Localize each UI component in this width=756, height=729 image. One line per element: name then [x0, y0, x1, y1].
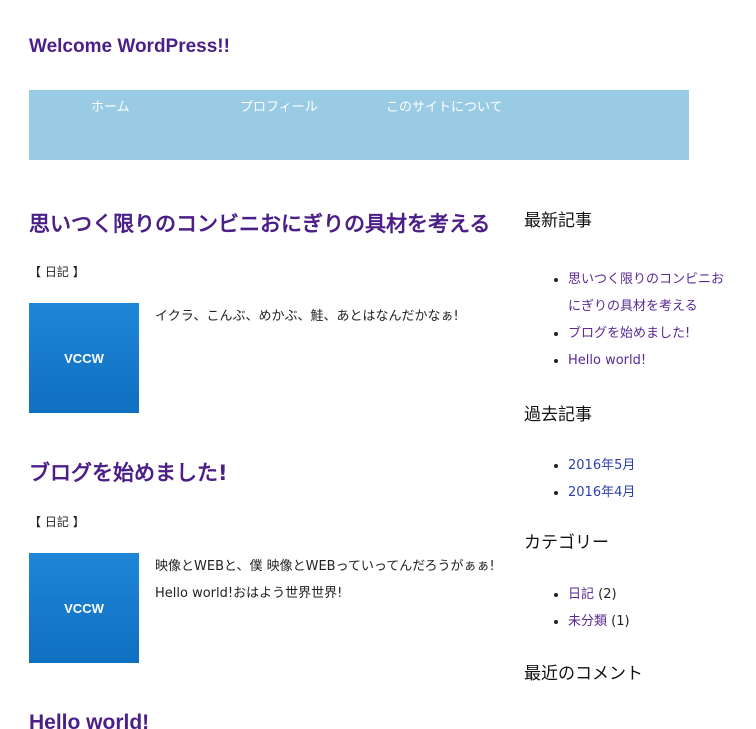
page: Welcome WordPress!! ホーム プロフィール このサイトについて…: [0, 0, 756, 729]
category-count: (1): [611, 614, 630, 629]
post-excerpt: イクラ、こんぶ、めかぶ、鮭、あとはなんだかなぁ!: [155, 309, 459, 324]
archive-link[interactable]: 2016年5月: [568, 458, 635, 473]
post-title[interactable]: 思いつく限りのコンビニおにぎりの具材を考える: [29, 211, 504, 237]
widget-categories: カテゴリー 日記 (2) 未分類 (1): [524, 532, 724, 635]
widget-recent-posts: 最新記事 思いつく限りのコンビニおにぎりの具材を考える ブログを始めました! H…: [524, 210, 724, 374]
category-link[interactable]: 日記: [568, 587, 594, 602]
thumbnail-logo-text: VCCW: [64, 350, 104, 366]
post-title[interactable]: ブログを始めました!: [29, 460, 504, 486]
post-1: 思いつく限りのコンビニおにぎりの具材を考える 【 日記 】 VCCW イクラ、こ…: [29, 211, 504, 421]
nav-item-about[interactable]: このサイトについて: [386, 100, 503, 116]
post-3: Hello world!: [29, 710, 504, 729]
archives-list: 2016年5月 2016年4月: [524, 452, 724, 506]
category-link[interactable]: 日記: [45, 265, 69, 279]
post-title[interactable]: Hello world!: [29, 710, 504, 729]
categories-list: 日記 (2) 未分類 (1): [524, 581, 724, 635]
list-item: 思いつく限りのコンビニおにぎりの具材を考える: [568, 266, 724, 320]
widget-recent-comments: 最近のコメント: [524, 663, 724, 685]
category-bracket-close: 】: [72, 265, 85, 279]
post-thumbnail[interactable]: VCCW: [29, 303, 139, 413]
nav-item-home[interactable]: ホーム: [91, 100, 130, 116]
list-item: ブログを始めました!: [568, 320, 724, 347]
list-item: 未分類 (1): [568, 608, 724, 635]
category-link[interactable]: 日記: [45, 515, 69, 529]
category-bracket-open: 【: [29, 515, 42, 529]
recent-post-link[interactable]: 思いつく限りのコンビニおにぎりの具材を考える: [568, 272, 724, 314]
list-item: 2016年4月: [568, 479, 724, 506]
category-bracket-open: 【: [29, 265, 42, 279]
recent-posts-list: 思いつく限りのコンビニおにぎりの具材を考える ブログを始めました! Hello …: [524, 266, 724, 374]
post-thumbnail[interactable]: VCCW: [29, 553, 139, 663]
recent-post-link[interactable]: Hello world!: [568, 353, 646, 368]
main-nav: ホーム プロフィール このサイトについて: [29, 90, 689, 160]
archive-link[interactable]: 2016年4月: [568, 485, 635, 500]
site-title[interactable]: Welcome WordPress!!: [29, 36, 230, 58]
nav-item-profile[interactable]: プロフィール: [240, 100, 318, 116]
post-category: 【 日記 】: [29, 513, 85, 530]
widget-title: カテゴリー: [524, 533, 609, 553]
post-category: 【 日記 】: [29, 263, 85, 280]
recent-post-link[interactable]: ブログを始めました!: [568, 326, 690, 341]
list-item: Hello world!: [568, 347, 724, 374]
category-bracket-close: 】: [72, 515, 85, 529]
post-excerpt: 映像とWEBと、僕 映像とWEBっていってんだろうがぁぁ! Hello worl…: [155, 559, 495, 601]
widget-title: 最近のコメント: [524, 664, 643, 684]
sidebar: 最新記事 思いつく限りのコンビニおにぎりの具材を考える ブログを始めました! H…: [524, 200, 724, 685]
category-count: (2): [598, 587, 617, 602]
widget-archives: 過去記事 2016年5月 2016年4月: [524, 404, 724, 506]
post-2: ブログを始めました! 【 日記 】 VCCW 映像とWEBと、僕 映像とWEBっ…: [29, 460, 504, 670]
list-item: 日記 (2): [568, 581, 724, 608]
widget-title: 最新記事: [524, 211, 592, 231]
list-item: 2016年5月: [568, 452, 724, 479]
widget-title: 過去記事: [524, 405, 592, 425]
category-link[interactable]: 未分類: [568, 614, 607, 629]
thumbnail-logo-text: VCCW: [64, 600, 104, 616]
